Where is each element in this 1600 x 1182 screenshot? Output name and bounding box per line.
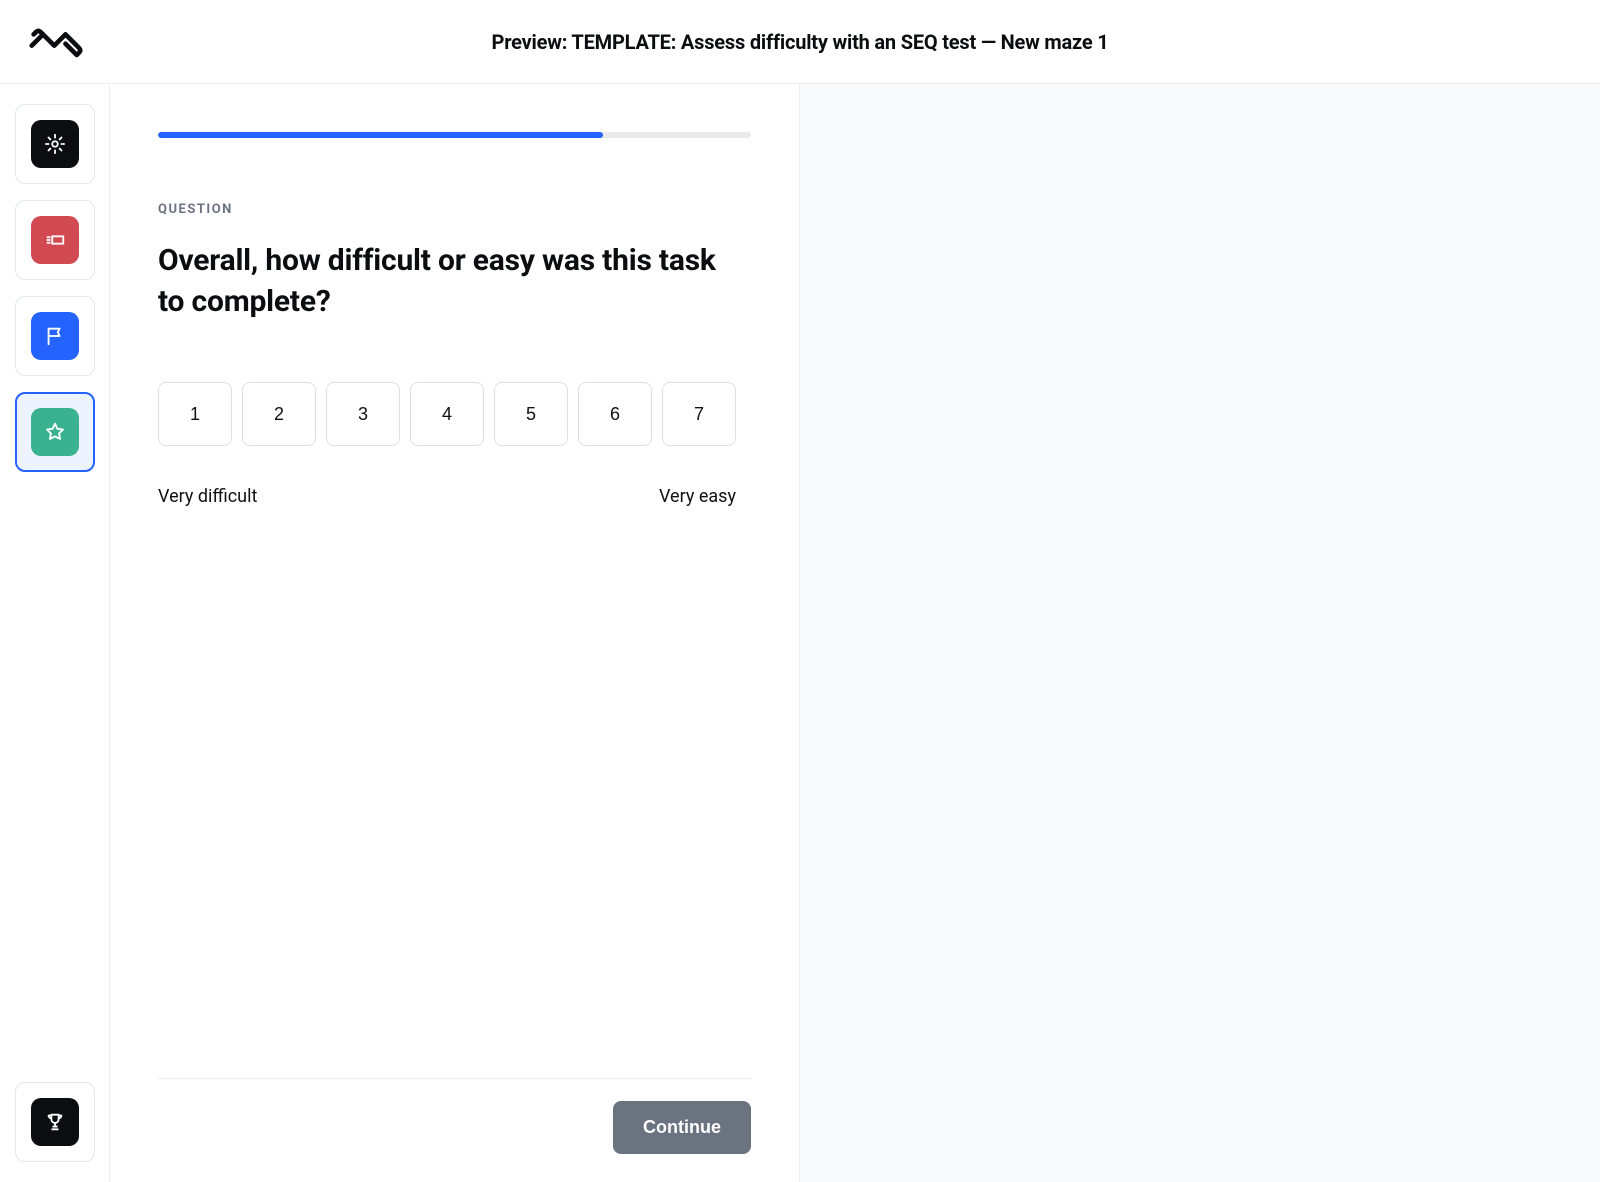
flag-icon	[31, 312, 79, 360]
star-icon	[31, 408, 79, 456]
continue-button[interactable]: Continue	[613, 1101, 751, 1154]
scale-labels: Very difficult Very easy	[158, 486, 736, 507]
panel-footer: Continue	[158, 1078, 751, 1182]
progress-fill	[158, 132, 603, 138]
rating-scale: 1 2 3 4 5 6 7	[158, 382, 751, 446]
question-eyebrow: QUESTION	[158, 202, 751, 217]
step-rating[interactable]	[15, 392, 95, 472]
body: QUESTION Overall, how difficult or easy …	[0, 84, 1600, 1182]
rating-option-3[interactable]: 3	[326, 382, 400, 446]
rating-option-4[interactable]: 4	[410, 382, 484, 446]
rating-option-7[interactable]: 7	[662, 382, 736, 446]
rating-option-2[interactable]: 2	[242, 382, 316, 446]
step-flag[interactable]	[15, 296, 95, 376]
preview-area	[800, 84, 1600, 1182]
progress-bar	[158, 132, 751, 138]
header: Preview: TEMPLATE: Assess difficulty wit…	[0, 0, 1600, 84]
scale-max-label: Very easy	[659, 486, 736, 507]
maze-logo	[28, 25, 88, 59]
scale-min-label: Very difficult	[158, 486, 257, 507]
rating-option-1[interactable]: 1	[158, 382, 232, 446]
sidebar	[0, 84, 110, 1182]
rating-option-6[interactable]: 6	[578, 382, 652, 446]
step-setup[interactable]	[15, 104, 95, 184]
question-text: Overall, how difficult or easy was this …	[158, 241, 738, 322]
question-panel: QUESTION Overall, how difficult or easy …	[110, 84, 800, 1182]
layout-icon	[31, 216, 79, 264]
content: QUESTION Overall, how difficult or easy …	[110, 84, 1600, 1182]
rating-option-5[interactable]: 5	[494, 382, 568, 446]
step-finish[interactable]	[15, 1082, 95, 1162]
trophy-icon	[31, 1098, 79, 1146]
step-block[interactable]	[15, 200, 95, 280]
gear-icon	[31, 120, 79, 168]
page-title: Preview: TEMPLATE: Assess difficulty wit…	[88, 30, 1512, 54]
app-root: Preview: TEMPLATE: Assess difficulty wit…	[0, 0, 1600, 1182]
